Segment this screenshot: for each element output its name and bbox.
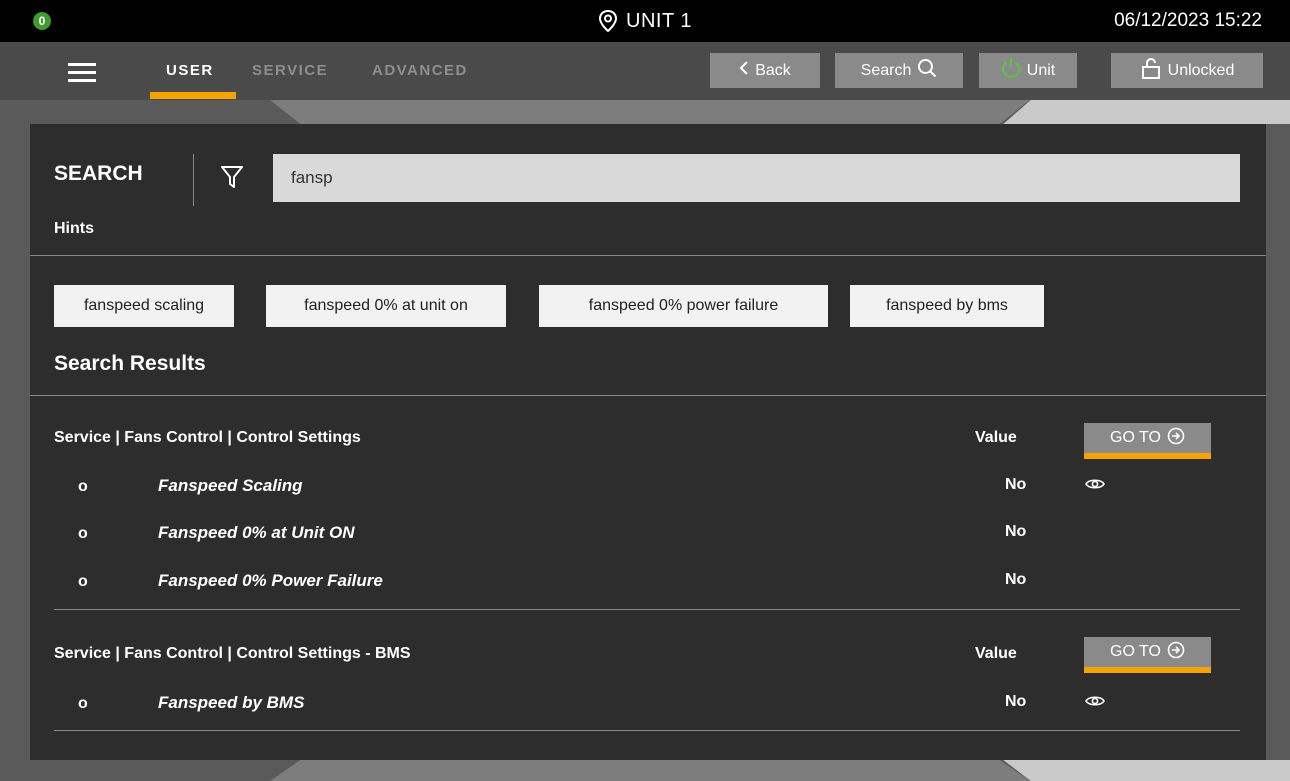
nav-bar: USER SERVICE ADVANCED Back Search Unit U… bbox=[0, 42, 1290, 100]
search-results-title: Search Results bbox=[54, 352, 206, 375]
back-button[interactable]: Back bbox=[710, 53, 820, 88]
value-column-header: Value bbox=[975, 645, 1017, 662]
search-input[interactable] bbox=[273, 154, 1240, 202]
goto-button[interactable]: GO TO bbox=[1084, 423, 1211, 459]
divider bbox=[30, 395, 1266, 396]
search-panel: SEARCH Hints fanspeed scaling fanspeed 0… bbox=[30, 124, 1266, 760]
result-group-path: Service | Fans Control | Control Setting… bbox=[54, 645, 411, 662]
hamburger-icon[interactable] bbox=[68, 63, 96, 82]
result-item-value: No bbox=[1005, 476, 1027, 493]
location-pin-icon bbox=[598, 10, 618, 32]
hint-chip[interactable]: fanspeed by bms bbox=[850, 285, 1044, 327]
tab-service[interactable]: SERVICE bbox=[252, 62, 328, 79]
result-group-path: Service | Fans Control | Control Setting… bbox=[54, 429, 361, 446]
goto-label: GO TO bbox=[1110, 643, 1161, 660]
unit-name: UNIT 1 bbox=[626, 9, 692, 32]
list-bullet: o bbox=[78, 478, 88, 495]
chevron-left-icon bbox=[739, 61, 749, 80]
result-item-value: No bbox=[1005, 693, 1027, 710]
arrow-circle-right-icon bbox=[1167, 641, 1185, 664]
result-item-name: Fanspeed 0% at Unit ON bbox=[158, 523, 355, 542]
result-item-name: Fanspeed 0% Power Failure bbox=[158, 571, 383, 590]
lock-button[interactable]: Unlocked bbox=[1111, 53, 1263, 88]
status-bar: 0 UNIT 1 06/12/2023 15:22 bbox=[0, 0, 1290, 42]
unlock-icon bbox=[1140, 57, 1162, 84]
search-button[interactable]: Search bbox=[835, 53, 963, 88]
eye-icon[interactable] bbox=[1085, 477, 1105, 496]
search-label: Search bbox=[860, 61, 912, 79]
goto-label: GO TO bbox=[1110, 429, 1161, 446]
tab-user[interactable]: USER bbox=[166, 62, 214, 79]
search-icon bbox=[917, 58, 937, 83]
hint-chip[interactable]: fanspeed scaling bbox=[54, 285, 234, 327]
decorative-ramp-bottom bbox=[270, 760, 1030, 781]
value-column-header: Value bbox=[975, 429, 1017, 446]
group-divider bbox=[54, 730, 1240, 731]
eye-icon[interactable] bbox=[1085, 694, 1105, 713]
result-item-name: Fanspeed Scaling bbox=[158, 476, 303, 495]
goto-button[interactable]: GO TO bbox=[1084, 637, 1211, 673]
tab-advanced[interactable]: ADVANCED bbox=[372, 62, 468, 79]
decorative-ramp-top-right bbox=[1003, 100, 1290, 124]
hint-chip[interactable]: fanspeed 0% at unit on bbox=[266, 285, 506, 327]
unit-label: Unit bbox=[1026, 61, 1056, 79]
filter-icon[interactable] bbox=[220, 165, 244, 194]
list-bullet: o bbox=[78, 695, 88, 712]
list-bullet: o bbox=[78, 573, 88, 590]
result-item-value: No bbox=[1005, 571, 1027, 588]
active-tab-indicator bbox=[150, 92, 236, 99]
search-title: SEARCH bbox=[54, 162, 143, 185]
hint-chip[interactable]: fanspeed 0% power failure bbox=[539, 285, 828, 327]
divider bbox=[30, 255, 1266, 256]
power-icon bbox=[1001, 57, 1021, 84]
back-label: Back bbox=[755, 61, 791, 79]
datetime: 06/12/2023 15:22 bbox=[1114, 10, 1262, 31]
search-divider bbox=[193, 154, 194, 206]
result-item-name: Fanspeed by BMS bbox=[158, 693, 305, 712]
decorative-ramp-bottom-right bbox=[1003, 760, 1290, 781]
decorative-ramp-top bbox=[270, 100, 1030, 124]
unit-power-button[interactable]: Unit bbox=[979, 53, 1077, 88]
arrow-circle-right-icon bbox=[1167, 427, 1185, 450]
lock-label: Unlocked bbox=[1167, 61, 1235, 79]
list-bullet: o bbox=[78, 525, 88, 542]
result-item-value: No bbox=[1005, 523, 1027, 540]
group-divider bbox=[54, 609, 1240, 610]
hints-label: Hints bbox=[54, 220, 94, 237]
unit-title: UNIT 1 bbox=[0, 0, 1290, 42]
